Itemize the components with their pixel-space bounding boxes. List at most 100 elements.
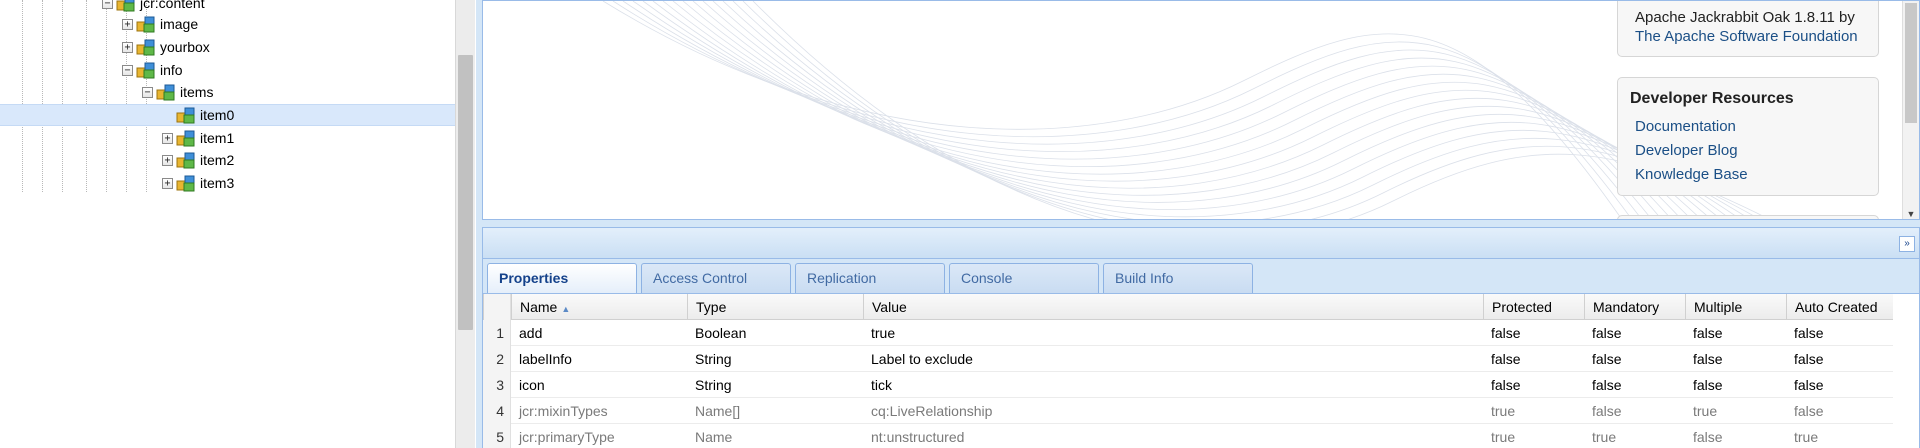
properties-grid: Name ▲ Type Value Protected Mandatory Mul… xyxy=(482,293,1920,448)
tree-node-jcr-content[interactable]: − jcr:content xyxy=(102,0,205,14)
triangle-down-icon[interactable]: ▼ xyxy=(1903,209,1919,219)
expand-toggle-icon[interactable]: + xyxy=(122,18,133,30)
table-row[interactable]: 5 jcr:primaryType Name nt:unstructured t… xyxy=(483,424,1893,448)
tree-node-label: item2 xyxy=(200,152,235,168)
developer-resources-title: Developer Resources xyxy=(1630,90,1794,107)
jcr-node-icon xyxy=(176,130,195,147)
column-header-mandatory[interactable]: Mandatory xyxy=(1584,294,1685,320)
cell-name[interactable]: jcr:mixinTypes xyxy=(511,398,687,424)
sort-ascending-icon: ▲ xyxy=(561,304,571,314)
expand-toggle-icon[interactable]: + xyxy=(162,154,173,166)
cell-mandatory: false xyxy=(1592,403,1622,419)
expand-toggle-icon[interactable]: + xyxy=(162,132,173,144)
double-chevron-down-icon[interactable]: » xyxy=(1899,236,1915,252)
oak-version-box: Apache Jackrabbit Oak 1.8.11 by The Apac… xyxy=(1617,1,1879,57)
jcr-node-icon xyxy=(176,152,195,169)
cell-auto-created: false xyxy=(1794,377,1824,393)
cell-type[interactable]: Name xyxy=(687,424,863,448)
jcr-node-icon xyxy=(136,62,155,79)
column-header-name[interactable]: Name ▲ xyxy=(511,294,687,320)
tree-node-item1[interactable]: + item1 xyxy=(162,127,234,149)
cell-value[interactable]: Label to exclude xyxy=(863,346,1483,372)
tree-guide-line xyxy=(42,0,43,192)
table-row[interactable]: 2 labelInfo String Label to exclude fals… xyxy=(483,346,1893,372)
column-header-value[interactable]: Value xyxy=(863,294,1483,320)
content-scrollbar[interactable]: ▼ xyxy=(1902,1,1919,219)
tree-node-label: item3 xyxy=(200,175,235,191)
jcr-node-icon xyxy=(156,84,175,101)
collapse-toggle-icon[interactable]: − xyxy=(102,0,113,9)
tab-replication[interactable]: Replication xyxy=(795,263,945,293)
cell-type[interactable]: Name[] xyxy=(687,398,863,424)
tab-access-control[interactable]: Access Control xyxy=(641,263,791,293)
repository-tree[interactable]: − jcr:content + image + yourbox − info −… xyxy=(0,0,455,448)
collapse-toggle-icon[interactable]: − xyxy=(122,64,133,76)
column-header-protected[interactable]: Protected xyxy=(1483,294,1584,320)
cell-value[interactable]: tick xyxy=(863,372,1483,398)
table-row[interactable]: 3 icon String tick false false false fal… xyxy=(483,372,1893,398)
cell-auto-created: false xyxy=(1794,351,1824,367)
jcr-node-icon xyxy=(176,175,195,192)
table-row[interactable]: 1 add Boolean true false false false fal… xyxy=(483,320,1893,346)
cell-auto-created: false xyxy=(1794,325,1824,341)
knowledge-base-link[interactable]: Knowledge Base xyxy=(1635,166,1748,183)
cell-value[interactable]: nt:unstructured xyxy=(863,424,1483,448)
cell-mandatory: false xyxy=(1592,351,1622,367)
jcr-node-icon xyxy=(136,16,155,33)
tree-guide-line xyxy=(86,0,87,192)
jcr-node-icon xyxy=(176,107,195,124)
grid-header-row: Name ▲ Type Value Protected Mandatory Mul… xyxy=(483,294,1893,320)
table-row[interactable]: 4 jcr:mixinTypes Name[] cq:LiveRelations… xyxy=(483,398,1893,424)
documentation-link[interactable]: Documentation xyxy=(1635,118,1736,135)
tab-console[interactable]: Console xyxy=(949,263,1099,293)
tree-node-yourbox[interactable]: + yourbox xyxy=(122,36,210,58)
tree-guide-line xyxy=(62,0,63,192)
tree-node-items[interactable]: − items xyxy=(142,81,213,103)
collapse-toggle-icon[interactable]: − xyxy=(142,86,153,98)
cell-name[interactable]: icon xyxy=(511,372,687,398)
cell-name[interactable]: add xyxy=(511,320,687,346)
cell-mandatory: false xyxy=(1592,377,1622,393)
cell-auto-created: true xyxy=(1794,429,1819,445)
cell-value[interactable]: true xyxy=(863,320,1483,346)
tree-node-item0[interactable]: item0 xyxy=(0,104,455,126)
tab-build-info[interactable]: Build Info xyxy=(1103,263,1253,293)
cell-name[interactable]: labelInfo xyxy=(511,346,687,372)
tree-scrollbar[interactable] xyxy=(455,0,475,448)
tree-node-image[interactable]: + image xyxy=(122,13,198,35)
row-number: 2 xyxy=(483,346,511,372)
cell-value[interactable]: cq:LiveRelationship xyxy=(863,398,1483,424)
cell-protected: false xyxy=(1491,325,1521,341)
tree-node-item3[interactable]: + item3 xyxy=(162,172,234,194)
expand-toggle-icon[interactable]: + xyxy=(122,41,133,53)
cell-type[interactable]: String xyxy=(687,346,863,372)
tree-node-label: image xyxy=(160,16,199,32)
tree-scrollbar-thumb[interactable] xyxy=(458,55,473,330)
expand-toggle-icon[interactable]: + xyxy=(162,177,173,189)
jcr-node-icon xyxy=(116,0,135,12)
tree-node-label: jcr:content xyxy=(140,0,205,11)
tree-node-info[interactable]: − info xyxy=(122,59,183,81)
oak-version-text: Apache Jackrabbit Oak 1.8.11 by xyxy=(1635,9,1855,26)
tree-node-item2[interactable]: + item2 xyxy=(162,149,234,171)
row-number: 4 xyxy=(483,398,511,424)
tab-strip: Properties Access Control Replication Co… xyxy=(482,259,1920,294)
cell-multiple: false xyxy=(1693,377,1723,393)
developer-blog-link[interactable]: Developer Blog xyxy=(1635,142,1738,159)
cell-multiple: false xyxy=(1693,325,1723,341)
content-scrollbar-thumb[interactable] xyxy=(1905,3,1917,123)
column-header-auto-created[interactable]: Auto Created xyxy=(1786,294,1893,320)
row-number: 3 xyxy=(483,372,511,398)
column-header-type[interactable]: Type xyxy=(687,294,863,320)
tree-guide-line xyxy=(106,0,107,192)
cell-multiple: true xyxy=(1693,403,1718,419)
tree-node-label: info xyxy=(160,62,183,78)
cell-name[interactable]: jcr:primaryType xyxy=(511,424,687,448)
cell-type[interactable]: Boolean xyxy=(687,320,863,346)
tree-node-label: items xyxy=(180,84,214,100)
cell-type[interactable]: String xyxy=(687,372,863,398)
column-header-multiple[interactable]: Multiple xyxy=(1685,294,1786,320)
tab-properties[interactable]: Properties xyxy=(487,263,637,294)
more-resources-box xyxy=(1617,215,1879,219)
apache-foundation-link[interactable]: The Apache Software Foundation xyxy=(1635,28,1858,45)
